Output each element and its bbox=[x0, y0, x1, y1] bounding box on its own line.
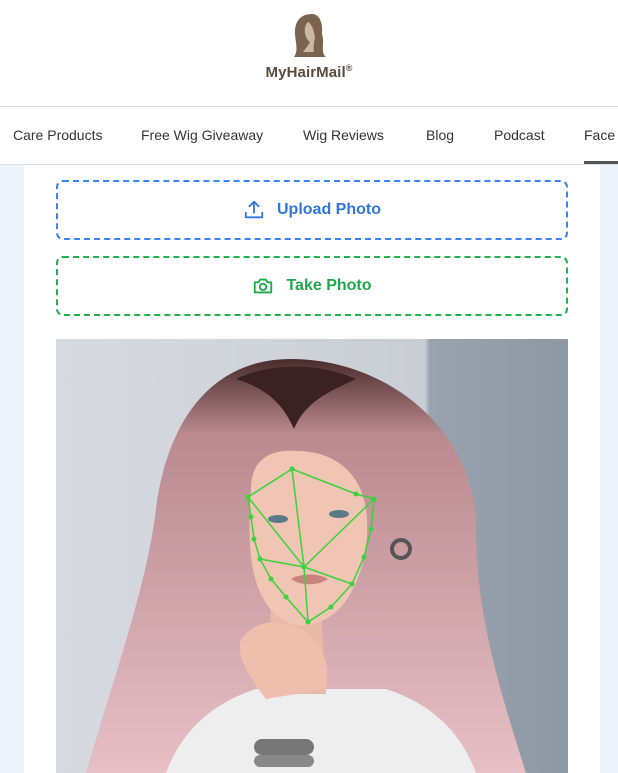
nav-active-indicator bbox=[584, 161, 618, 164]
nav-blog[interactable]: Blog bbox=[426, 127, 454, 143]
take-photo-label: Take Photo bbox=[286, 277, 372, 294]
nav-face[interactable]: Face bbox=[584, 127, 615, 143]
nav-free-wig-giveaway[interactable]: Free Wig Giveaway bbox=[141, 127, 263, 143]
main-nav: Care Products Free Wig Giveaway Wig Revi… bbox=[0, 107, 618, 165]
upload-photo-label: Upload Photo bbox=[277, 201, 381, 218]
nav-podcast[interactable]: Podcast bbox=[494, 127, 545, 143]
camera-icon bbox=[254, 278, 273, 294]
portrait-illustration bbox=[56, 339, 568, 773]
brand-name: MyHairMail bbox=[265, 64, 346, 81]
brand-wordmark[interactable]: MyHairMail® bbox=[0, 63, 618, 81]
registered-mark: ® bbox=[345, 63, 353, 73]
upload-photo-button[interactable]: Upload Photo bbox=[56, 180, 568, 240]
nav-wig-reviews[interactable]: Wig Reviews bbox=[303, 127, 384, 143]
uploaded-photo bbox=[56, 339, 568, 773]
site-header: MyHairMail® bbox=[0, 0, 618, 107]
nav-care-products[interactable]: Care Products bbox=[13, 127, 102, 143]
woman-silhouette-logo-icon[interactable] bbox=[290, 12, 330, 58]
upload-icon bbox=[244, 200, 264, 219]
take-photo-button[interactable]: Take Photo bbox=[56, 256, 568, 316]
